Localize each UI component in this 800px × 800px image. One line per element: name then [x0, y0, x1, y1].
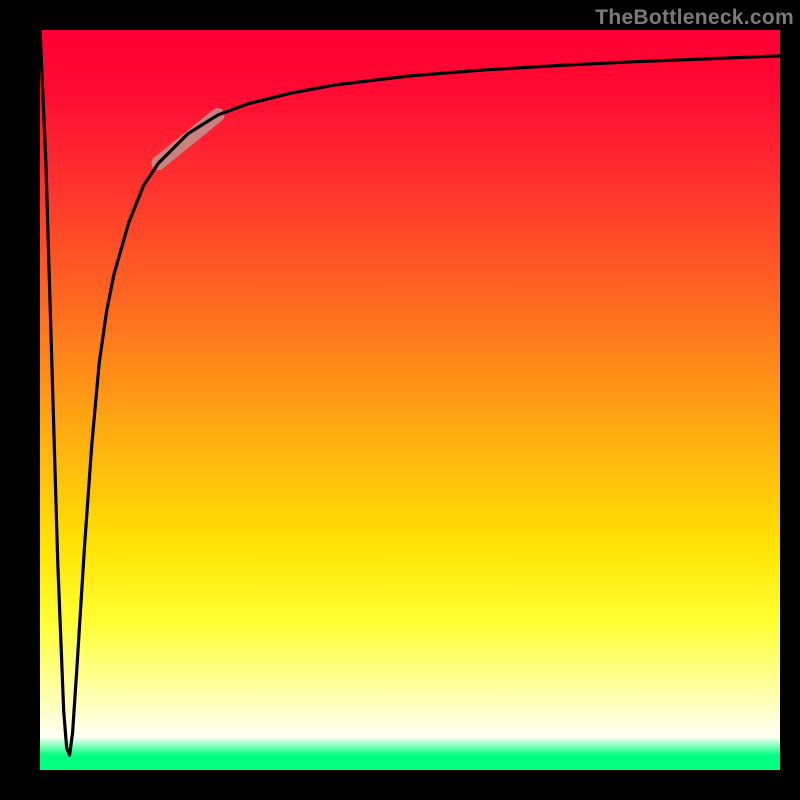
chart-frame: TheBottleneck.com	[0, 0, 800, 800]
curve-layer	[40, 30, 780, 770]
plot-area	[40, 30, 780, 770]
bottleneck-curve	[40, 30, 780, 755]
watermark-text: TheBottleneck.com	[595, 6, 794, 30]
